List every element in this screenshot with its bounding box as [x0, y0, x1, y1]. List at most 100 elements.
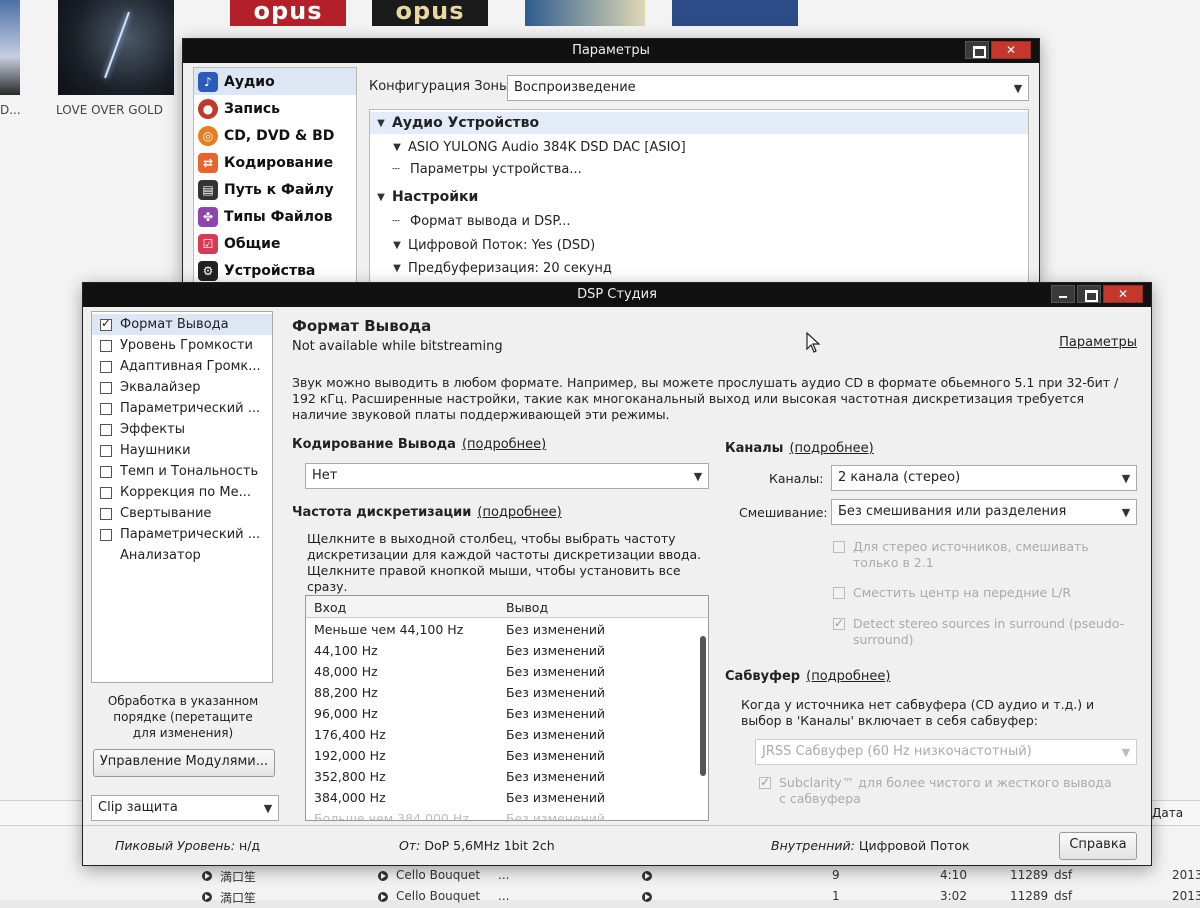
table-row[interactable]: 88,200 Hz Без изменений — [306, 683, 694, 704]
module-checkbox[interactable] — [100, 381, 112, 394]
option-checkbox[interactable] — [833, 587, 845, 599]
minimize-button[interactable] — [1051, 285, 1075, 303]
tree-node-device-params[interactable]: ┄ Параметры устройства... — [392, 158, 582, 180]
sidebar-item-cd-dvd-bd[interactable]: ◎ CD, DVD & BD — [194, 122, 356, 149]
play-icon[interactable] — [378, 871, 388, 881]
table-row[interactable]: 176,400 Hz Без изменений — [306, 725, 694, 746]
sidebar-item-file-path[interactable]: ▤ Путь к Файлу — [194, 176, 356, 203]
module-checkbox[interactable] — [100, 339, 112, 352]
table-row[interactable]: Меньше чем 44,100 Hz Без изменений — [306, 620, 694, 641]
module-item-parametric-2[interactable]: Параметрический ... — [92, 524, 272, 545]
more-info-link[interactable]: (подробнее) — [789, 441, 873, 456]
close-button[interactable]: ✕ — [1103, 285, 1143, 303]
play-icon[interactable] — [202, 871, 212, 881]
album-cover[interactable] — [0, 0, 20, 95]
sidebar-item-general[interactable]: ☑ Общие — [194, 230, 356, 257]
help-button[interactable]: Справка — [1059, 832, 1137, 860]
module-item-parametric-1[interactable]: Параметрический ... — [92, 398, 272, 419]
collapse-triangle-icon[interactable]: ▼ — [376, 192, 386, 203]
option-stereo-mix-2-1[interactable]: Для стерео источников, смешивать только … — [833, 539, 1133, 571]
album-cover-love-over-gold[interactable] — [58, 0, 174, 95]
column-header-input[interactable]: Вход — [314, 600, 346, 615]
maximize-button[interactable] — [965, 41, 989, 59]
tree-node-device-name[interactable]: ▼ ASIO YULONG Audio 384K DSD DAC [ASIO] — [392, 136, 686, 158]
collapse-triangle-icon[interactable]: ▼ — [376, 118, 386, 129]
module-item-headphones[interactable]: Наушники — [92, 440, 272, 461]
album-cover[interactable] — [672, 0, 798, 26]
module-item-equalizer[interactable]: Эквалайзер — [92, 377, 272, 398]
close-button[interactable]: ✕ — [991, 41, 1031, 59]
table-row[interactable]: 352,800 Hz Без изменений — [306, 767, 694, 788]
chevron-down-icon[interactable]: ▼ — [392, 263, 402, 274]
tree-node-output-format[interactable]: ┄ Формат вывода и DSP... — [392, 210, 571, 232]
play-icon[interactable] — [642, 892, 652, 902]
tree-node-prebuffer[interactable]: ▼ Предбуферизация: 20 секунд — [392, 257, 612, 279]
module-item-effects[interactable]: Эффекты — [92, 419, 272, 440]
module-checkbox[interactable] — [100, 444, 112, 457]
sidebar-item-audio[interactable]: ♪ Аудио — [194, 68, 356, 95]
module-checkbox[interactable] — [100, 360, 112, 373]
play-icon[interactable] — [642, 871, 652, 881]
module-checkbox[interactable] — [100, 507, 112, 520]
window-titlebar[interactable]: Параметры ✕ — [183, 39, 1039, 63]
table-row[interactable]: 満口笙 Cello Bouquet ... 1 3:02 11289 dsf 2… — [0, 886, 1200, 908]
option-subclarity[interactable]: Subclarity™ для более чистого и жесткого… — [759, 774, 1119, 807]
table-row[interactable]: 48,000 Hz Без изменений — [306, 662, 694, 683]
parameters-link[interactable]: Параметры — [1059, 335, 1137, 350]
rate-output[interactable]: Без изменений — [506, 706, 605, 721]
module-item-adaptive-volume[interactable]: Адаптивная Громк... — [92, 356, 272, 377]
rate-output[interactable]: Без изменений — [506, 748, 605, 763]
more-info-link[interactable]: (подробнее) — [806, 669, 890, 684]
module-item-convolution[interactable]: Свертывание — [92, 503, 272, 524]
rate-output[interactable]: Без изменений — [506, 811, 605, 820]
rate-output[interactable]: Без изменений — [506, 769, 605, 784]
play-icon[interactable] — [378, 892, 388, 902]
tree-node-digital-stream[interactable]: ▼ Цифровой Поток: Yes (DSD) — [392, 234, 595, 256]
option-checkbox[interactable] — [833, 541, 845, 553]
table-row[interactable]: 192,000 Hz Без изменений — [306, 746, 694, 767]
clip-protection-select[interactable]: Clip защита ▼ — [91, 795, 279, 821]
module-item-analyzer[interactable]: Анализатор — [92, 545, 272, 566]
more-info-link[interactable]: (подробнее) — [462, 437, 546, 452]
maximize-button[interactable] — [1077, 285, 1101, 303]
channels-select[interactable]: 2 канала (стерео) ▼ — [831, 465, 1137, 491]
table-row[interactable]: 44,100 Hz Без изменений — [306, 641, 694, 662]
module-checkbox[interactable] — [100, 423, 112, 436]
play-icon[interactable] — [202, 892, 212, 902]
module-checkbox[interactable] — [100, 402, 112, 415]
module-item-volume-level[interactable]: Уровень Громкости — [92, 335, 272, 356]
subwoofer-select[interactable]: JRSS Сабвуфер (60 Hz низкочастотный) ▼ — [755, 739, 1137, 765]
module-checkbox[interactable] — [100, 316, 112, 331]
window-titlebar[interactable]: DSP Студия ✕ — [83, 283, 1151, 307]
manage-modules-button[interactable]: Управление Модулями... — [93, 749, 275, 777]
output-encoding-select[interactable]: Нет ▼ — [305, 463, 709, 489]
option-detect-stereo[interactable]: Detect stereo sources in surround (pseud… — [833, 615, 1133, 648]
rate-output[interactable]: Без изменений — [506, 685, 605, 700]
column-header-date[interactable]: Дата — [1152, 806, 1183, 820]
tree-node-settings[interactable]: ▼ Настройки — [376, 186, 478, 208]
table-row[interactable]: 96,000 Hz Без изменений — [306, 704, 694, 725]
mixing-select[interactable]: Без смешивания или разделения ▼ — [831, 499, 1137, 525]
module-checkbox[interactable] — [100, 465, 112, 478]
album-cover-opus-black[interactable]: opus — [372, 0, 488, 26]
table-row[interactable]: 384,000 Hz Без изменений — [306, 788, 694, 809]
more-info-link[interactable]: (подробнее) — [477, 505, 561, 520]
option-checkbox[interactable] — [833, 615, 845, 631]
table-row[interactable]: Больше чем 384,000 Hz Без изменений — [306, 809, 694, 820]
rate-output[interactable]: Без изменений — [506, 643, 605, 658]
column-header-output[interactable]: Вывод — [506, 600, 548, 615]
module-checkbox[interactable] — [100, 528, 112, 541]
rate-output[interactable]: Без изменений — [506, 790, 605, 805]
chevron-down-icon[interactable]: ▼ — [392, 240, 402, 251]
sidebar-item-file-types[interactable]: ✤ Типы Файлов — [194, 203, 356, 230]
module-item-room-correction[interactable]: Коррекция по Ме... — [92, 482, 272, 503]
module-checkbox[interactable] — [100, 486, 112, 499]
sidebar-item-devices[interactable]: ⚙ Устройства — [194, 257, 356, 282]
rate-output[interactable]: Без изменений — [506, 622, 605, 637]
module-item-tempo-pitch[interactable]: Темп и Тональность — [92, 461, 272, 482]
option-checkbox[interactable] — [759, 774, 771, 790]
sidebar-item-record[interactable]: ● Запись — [194, 95, 356, 122]
rate-output[interactable]: Без изменений — [506, 727, 605, 742]
tree-node-audio-device[interactable]: ▼ Аудио Устройство — [370, 112, 1028, 134]
album-cover[interactable] — [525, 0, 645, 26]
